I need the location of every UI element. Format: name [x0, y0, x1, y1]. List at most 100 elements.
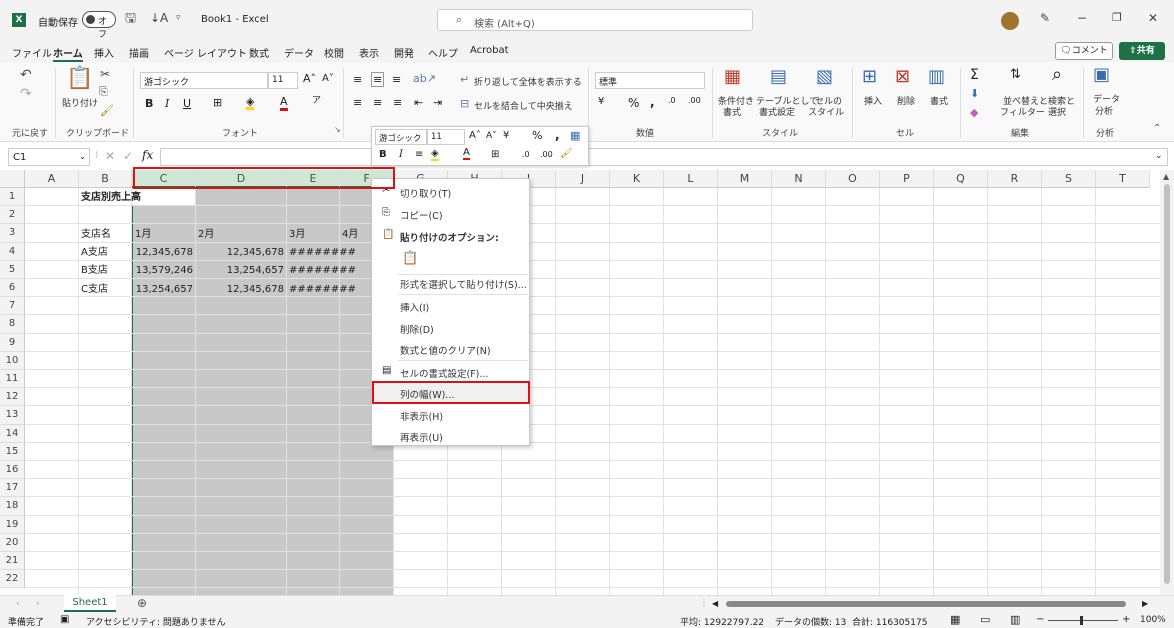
tab-developer[interactable]: 開発 [394, 45, 414, 60]
paste-icon[interactable]: 📋 [66, 68, 93, 90]
sheet-tab[interactable]: Sheet1 [64, 595, 116, 612]
increase-font-icon[interactable]: A˄ [303, 73, 316, 84]
menu-item-clear[interactable]: 数式と値のクリア(N) [400, 343, 491, 357]
save-icon[interactable]: 🖫 [125, 12, 136, 25]
mini-format-table-icon[interactable]: ▦ [570, 129, 580, 142]
sort-ascending-icon[interactable]: ↓A [150, 12, 168, 24]
confirm-formula-icon[interactable]: ✓ [123, 149, 133, 163]
borders-icon[interactable]: ⊞ [213, 97, 222, 108]
delete-cells-button[interactable]: 削除 [897, 94, 915, 107]
select-all-corner[interactable] [0, 170, 25, 188]
redo-icon[interactable]: ↷ [20, 87, 32, 101]
value-cell-overflow[interactable]: ######## [289, 244, 356, 262]
format-as-table-icon[interactable]: ▤ [770, 68, 787, 86]
merge-center-button[interactable]: セルを結合して中央揃え [474, 99, 573, 112]
font-dialog-launcher-icon[interactable]: ↘ [334, 126, 341, 134]
avatar[interactable] [1001, 12, 1019, 30]
share-button[interactable]: ⇪共有 [1119, 42, 1165, 60]
comment-button[interactable]: 🗨コメント [1055, 42, 1113, 60]
tab-page-layout[interactable]: ページ レイアウト [164, 45, 247, 60]
menu-item-hide[interactable]: 非表示(H) [400, 409, 443, 423]
tab-formulas[interactable]: 数式 [249, 45, 269, 60]
decrease-decimal-icon[interactable]: .00 [688, 97, 701, 105]
row-header-3[interactable]: 3 [0, 224, 25, 243]
zoom-level[interactable]: 100% [1140, 615, 1166, 625]
menu-item-delete[interactable]: 削除(D) [400, 322, 434, 336]
mini-size-select[interactable]: 11 [427, 129, 465, 145]
row-header-7[interactable]: 7 [0, 297, 25, 316]
formula-input[interactable] [160, 148, 1168, 166]
row-header-15[interactable]: 15 [0, 442, 25, 461]
horizontal-scrollbar[interactable]: ◀ ▶ [712, 599, 1152, 609]
wrap-text-icon[interactable]: ↵ [460, 74, 469, 85]
macro-record-icon[interactable]: ▣ [60, 614, 69, 625]
cell-styles-label2[interactable]: スタイル [808, 105, 844, 118]
tab-help[interactable]: ヘルプ [428, 45, 458, 60]
header-cell-mar[interactable]: 3月 [289, 226, 305, 244]
row-header-11[interactable]: 11 [0, 370, 25, 389]
mini-format-painter-icon[interactable]: 🖌 [560, 148, 573, 159]
minimize-icon[interactable]: − [1077, 12, 1087, 24]
splitter-icon[interactable]: ⋮ [700, 598, 708, 607]
add-sheet-icon[interactable]: ⊕ [137, 596, 147, 610]
page-layout-view-icon[interactable]: ▭ [980, 613, 990, 626]
customize-qat-icon[interactable]: ▿ [176, 14, 181, 23]
row-header-19[interactable]: 19 [0, 515, 25, 534]
value-cell[interactable]: 12,345,678 [196, 281, 287, 299]
mini-font-color-icon[interactable]: A [463, 147, 470, 160]
title-cell[interactable]: 支店別売上高 [81, 189, 141, 207]
zoom-out-icon[interactable]: − [1036, 614, 1044, 625]
value-cell[interactable]: 13,579,246 [132, 262, 196, 280]
next-sheet-icon[interactable]: › [36, 599, 40, 609]
font-size-select[interactable]: 11 [268, 72, 298, 89]
menu-item-cut[interactable]: 切り取り(T) [400, 186, 451, 200]
column-header-l[interactable]: L [664, 170, 718, 188]
mini-comma-icon[interactable]: , [555, 128, 560, 142]
cell-styles-icon[interactable]: ▧ [816, 68, 833, 86]
column-header-p[interactable]: P [880, 170, 934, 188]
column-header-a[interactable]: A [25, 170, 79, 188]
mini-italic-icon[interactable]: I [399, 149, 403, 160]
tab-draw[interactable]: 描画 [129, 45, 149, 60]
name-box[interactable]: C1 ⌄ [8, 148, 90, 166]
vertical-scrollbar[interactable]: ▲ [1160, 170, 1174, 595]
close-icon[interactable]: ✕ [1148, 12, 1158, 24]
row-header-22[interactable]: 22 [0, 570, 25, 589]
horizontal-scroll-thumb[interactable] [726, 601, 1126, 607]
conditional-format-icon[interactable]: ▦ [724, 68, 741, 86]
menu-item-column-width[interactable]: 列の幅(W)... [400, 387, 454, 401]
row-header-17[interactable]: 17 [0, 479, 25, 498]
branch-cell-c[interactable]: C支店 [81, 281, 108, 299]
font-name-select[interactable]: 游ゴシック [140, 72, 268, 89]
mini-font-select[interactable]: 游ゴシック [375, 129, 427, 145]
menu-item-copy[interactable]: コピー(C) [400, 208, 443, 222]
tab-file[interactable]: ファイル [12, 45, 52, 60]
analyze-data-label2[interactable]: 分析 [1095, 104, 1113, 117]
paste-label[interactable]: 貼り付け [62, 96, 98, 109]
decrease-font-icon[interactable]: A˅ [322, 74, 334, 84]
row-header-13[interactable]: 13 [0, 406, 25, 425]
row-header-14[interactable]: 14 [0, 424, 25, 443]
row-header-12[interactable]: 12 [0, 388, 25, 407]
row-header-16[interactable]: 16 [0, 461, 25, 480]
conditional-format-label2[interactable]: 書式 [723, 105, 741, 118]
autosave-toggle[interactable]: オフ [82, 11, 116, 40]
mini-increase-decimal-icon[interactable]: .0 [522, 150, 530, 159]
tab-data[interactable]: データ [284, 45, 314, 60]
tab-acrobat[interactable]: Acrobat [470, 45, 509, 56]
mini-bold-icon[interactable]: B [379, 149, 387, 160]
fill-icon[interactable]: ⬇ [970, 88, 979, 99]
scroll-up-icon[interactable]: ▲ [1163, 172, 1169, 181]
wrap-text-button[interactable]: 折り返して全体を表示する [474, 75, 582, 88]
branch-cell-a[interactable]: A支店 [81, 244, 108, 262]
row-header-4[interactable]: 4 [0, 242, 25, 261]
prev-sheet-icon[interactable]: ‹ [16, 599, 20, 609]
row-header-2[interactable]: 2 [0, 206, 25, 225]
delete-cells-icon[interactable]: ⊠ [895, 68, 910, 86]
mini-fill-color-icon[interactable]: ◈ [431, 148, 439, 161]
column-header-k[interactable]: K [610, 170, 664, 188]
value-cell[interactable]: 13,254,657 [132, 281, 196, 299]
increase-decimal-icon[interactable]: .0 [668, 97, 676, 105]
analyze-data-icon[interactable]: ▣ [1093, 66, 1110, 84]
header-cell-branch[interactable]: 支店名 [81, 226, 111, 244]
